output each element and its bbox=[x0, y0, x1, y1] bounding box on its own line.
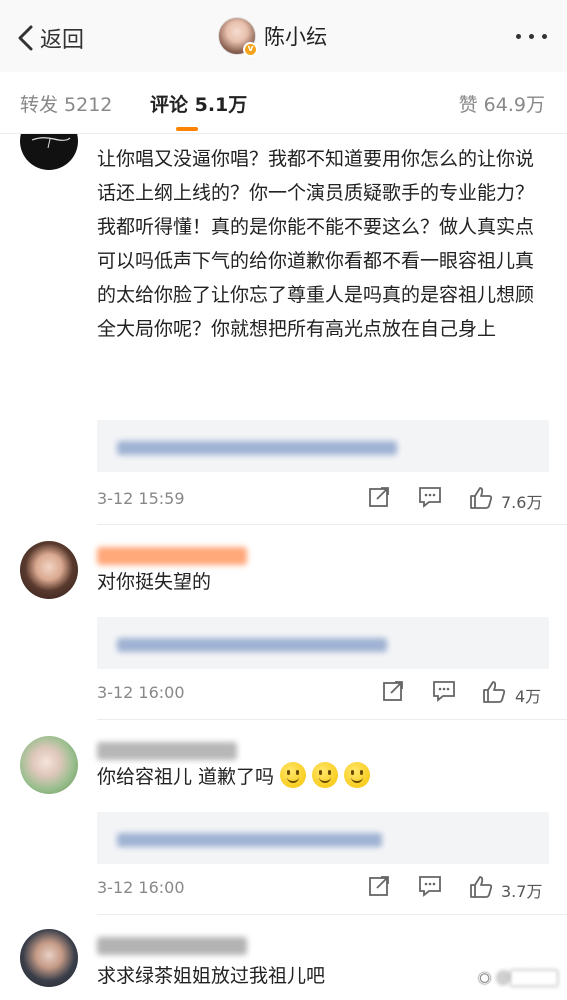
comment-meta: 3-12 16:00 4万 bbox=[97, 677, 549, 707]
thumbs-up-icon[interactable] bbox=[481, 679, 507, 705]
blurred-reply-text bbox=[117, 833, 382, 847]
comment-time: 3-12 15:59 bbox=[97, 489, 185, 508]
weibo-logo-icon: ◉ bbox=[477, 968, 492, 986]
blurred-watermark-handle: @▇▇▇▇ bbox=[495, 968, 557, 986]
tab-likes[interactable]: 赞 64.9万 bbox=[459, 90, 545, 117]
back-button[interactable]: 返回 bbox=[16, 20, 84, 56]
comment-list: 让你唱又没逼你唱？我都不知道要用你怎么的让你说话还上纲上线的？你一个演员质疑歌手… bbox=[0, 134, 567, 1000]
like-count: 7.6万 bbox=[501, 493, 543, 512]
comment-text: 你给容祖儿 道歉了吗 bbox=[97, 760, 549, 794]
avatar[interactable] bbox=[20, 541, 78, 599]
share-icon[interactable] bbox=[381, 679, 405, 703]
thumbs-up-icon[interactable] bbox=[468, 874, 494, 900]
blurred-reply-text bbox=[117, 638, 387, 652]
back-label: 返回 bbox=[40, 28, 85, 53]
comment-text: 让你唱又没逼你唱？我都不知道要用你怎么的让你说话还上纲上线的？你一个演员质疑歌手… bbox=[97, 148, 535, 340]
chevron-left-icon bbox=[18, 25, 33, 51]
dot bbox=[542, 34, 547, 39]
divider bbox=[97, 719, 567, 720]
comment-text: 对你挺失望的 bbox=[97, 571, 212, 593]
divider bbox=[97, 914, 567, 915]
active-tab-indicator bbox=[176, 127, 198, 131]
smile-emoji-icon bbox=[312, 762, 339, 788]
avatar-scribble-icon bbox=[31, 137, 71, 149]
share-icon[interactable] bbox=[367, 874, 391, 898]
tab-comments[interactable]: 评论 5.1万 bbox=[150, 90, 247, 117]
reply-preview[interactable] bbox=[97, 617, 549, 669]
watermark: ◉ @▇▇▇▇ bbox=[478, 968, 557, 986]
verified-badge: v bbox=[243, 42, 258, 57]
reply-preview[interactable] bbox=[97, 420, 549, 472]
top-nav-bar: 返回 v 陈小纭 bbox=[0, 0, 567, 72]
dot bbox=[516, 34, 521, 39]
like-count: 3.7万 bbox=[501, 882, 543, 901]
like-count: 4万 bbox=[515, 687, 542, 706]
avatar[interactable] bbox=[20, 929, 78, 987]
divider bbox=[97, 524, 567, 525]
avatar[interactable] bbox=[20, 134, 78, 170]
comment-icon[interactable] bbox=[431, 679, 457, 703]
comment-meta: 3-12 15:59 7.6万 bbox=[97, 483, 549, 513]
comment-time: 3-12 16:00 bbox=[97, 683, 185, 702]
avatar[interactable]: v bbox=[218, 17, 258, 57]
blurred-username[interactable] bbox=[97, 547, 247, 565]
smile-emoji-icon bbox=[344, 762, 371, 788]
share-icon[interactable] bbox=[367, 485, 391, 509]
dot bbox=[529, 34, 534, 39]
comment-icon[interactable] bbox=[417, 874, 443, 898]
blurred-username[interactable] bbox=[97, 742, 237, 760]
blurred-reply-text bbox=[117, 441, 397, 455]
reply-preview[interactable] bbox=[97, 812, 549, 864]
smile-emoji-icon bbox=[280, 762, 307, 788]
tab-reposts[interactable]: 转发 5212 bbox=[20, 90, 112, 117]
tab-bar: 转发 5212 评论 5.1万 赞 64.9万 bbox=[0, 72, 567, 134]
comment-text-body: 你给容祖儿 道歉了吗 bbox=[97, 766, 275, 788]
comment-icon[interactable] bbox=[417, 485, 443, 509]
avatar[interactable] bbox=[20, 736, 78, 794]
comment-meta: 3-12 16:00 3.7万 bbox=[97, 872, 549, 902]
page-title: 陈小纭 bbox=[264, 25, 327, 49]
thumbs-up-icon[interactable] bbox=[468, 485, 494, 511]
nav-profile[interactable]: v 陈小纭 bbox=[218, 16, 327, 57]
blurred-username[interactable] bbox=[97, 937, 247, 955]
more-dots-icon[interactable] bbox=[516, 34, 547, 39]
comment-time: 3-12 16:00 bbox=[97, 878, 185, 897]
